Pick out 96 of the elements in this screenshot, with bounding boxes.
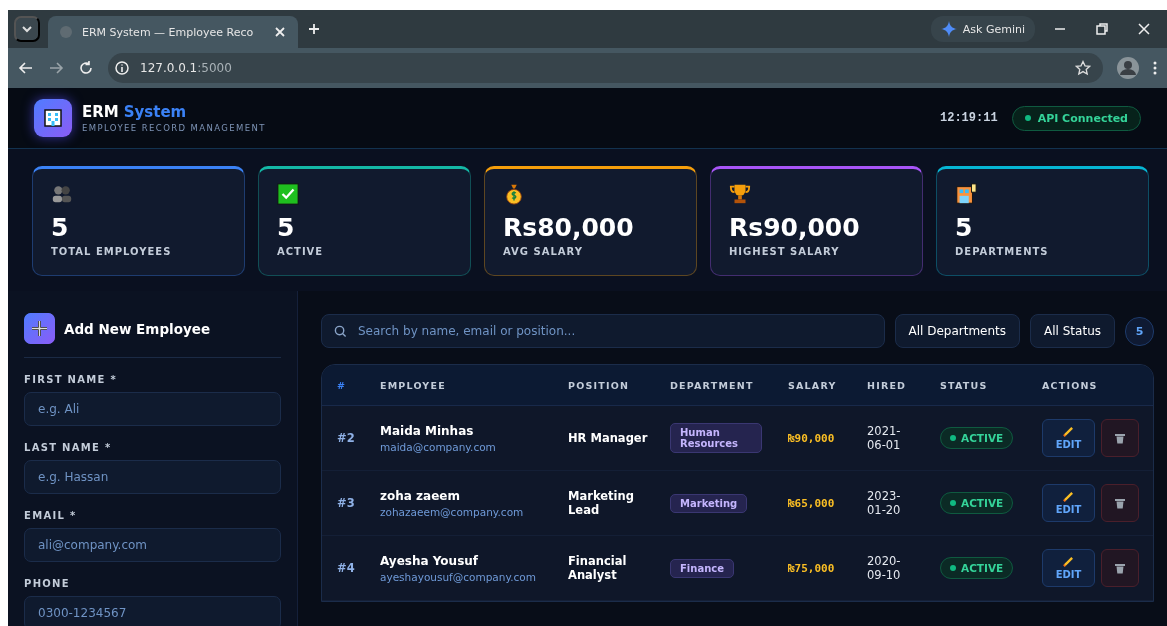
trash-icon: [1115, 497, 1125, 509]
checkmark-icon: [277, 183, 299, 205]
result-count: 5: [1125, 316, 1154, 346]
employee-email: maida@company.com: [380, 440, 497, 453]
edit-button[interactable]: EDIT: [1042, 419, 1095, 457]
pencil-icon: [1063, 556, 1074, 567]
salary-cell-text: ₨90,000: [788, 431, 836, 445]
field-label: LAST NAME *: [24, 442, 113, 453]
employee-email: zohazaeem@company.com: [380, 505, 525, 518]
field-label: EMAIL *: [24, 510, 78, 521]
position-cell-text: Financial Analyst: [568, 554, 628, 582]
salary-cell-text: ₨75,000: [788, 561, 836, 575]
close-icon[interactable]: [1136, 21, 1152, 37]
status-filter[interactable]: All Status: [1030, 314, 1115, 348]
column-header: ACTIONS: [1042, 379, 1099, 391]
tab-list-button[interactable]: [14, 16, 40, 42]
clock: 12:19:11: [940, 111, 998, 125]
input-field[interactable]: e.g. Hassan: [24, 460, 281, 494]
new-tab-icon[interactable]: [306, 21, 322, 37]
edit-button[interactable]: EDIT: [1042, 484, 1095, 522]
building-icon: [955, 183, 977, 205]
status-badge: ACTIVE: [940, 492, 1014, 514]
back-icon[interactable]: [18, 60, 34, 76]
column-header: HIRED: [867, 379, 908, 391]
position-cell-text: Marketing Lead: [568, 489, 635, 517]
reload-icon[interactable]: [78, 60, 94, 76]
menu-icon[interactable]: [1153, 61, 1157, 75]
position-cell-text: HR Manager: [568, 431, 649, 445]
avatar-icon[interactable]: [1117, 57, 1139, 79]
input-field[interactable]: ali@company.com: [24, 528, 281, 562]
ask-gemini-button[interactable]: Ask Gemini: [930, 16, 1035, 42]
trash-icon: [1115, 432, 1125, 444]
row-id: #4: [337, 561, 356, 575]
trophy-icon: [729, 183, 751, 205]
stat-value: Rs90,000: [729, 213, 861, 242]
employee-name: Ayesha Yousuf: [380, 553, 480, 568]
search-icon: [334, 325, 347, 338]
stat-label: AVG SALARY: [503, 246, 584, 257]
column-header: STATUS: [940, 379, 989, 391]
department-tag: Human Resources: [670, 423, 762, 453]
department-filter[interactable]: All Departments: [894, 314, 1021, 348]
app-title: ERM: [82, 103, 119, 121]
hired-date: 2021-06-01: [867, 424, 902, 452]
stat-label: DEPARTMENTS: [955, 246, 1050, 257]
employee-name: Maida Minhas: [380, 423, 475, 438]
stat-label: HIGHEST SALARY: [729, 246, 841, 257]
app-subtitle: EMPLOYEE RECORD MANAGEMENT: [82, 123, 266, 133]
employee-name: zoha zaeem: [380, 488, 461, 503]
stat-value: 5: [51, 213, 70, 242]
app-logo: [34, 99, 72, 137]
form-title: Add New Employee: [64, 320, 211, 337]
forward-icon[interactable]: [48, 60, 64, 76]
employee-email: ayeshayousuf@company.com: [380, 570, 537, 583]
trash-icon: [1115, 562, 1125, 574]
stat-label: TOTAL EMPLOYEES: [51, 246, 173, 257]
delete-button[interactable]: [1101, 549, 1139, 587]
column-header: DEPARTMENT: [670, 379, 755, 391]
status-badge: ACTIVE: [940, 557, 1014, 579]
search-field[interactable]: Search by name, email or position...: [321, 314, 885, 348]
salary-cell-text: ₨65,000: [788, 496, 836, 510]
field-label: FIRST NAME *: [24, 374, 118, 385]
status-badge: ACTIVE: [940, 427, 1014, 449]
sparkle-icon: [940, 21, 957, 37]
stat-value: 5: [277, 213, 296, 242]
department-tag: Marketing: [670, 493, 748, 513]
people-icon: [51, 183, 73, 205]
column-header: EMPLOYEE: [380, 379, 447, 391]
tab-title: ERM System — Employee Reco: [82, 25, 255, 39]
input-field[interactable]: e.g. Ali: [24, 392, 281, 426]
pencil-icon: [1063, 491, 1074, 502]
input-field[interactable]: 0300-1234567: [24, 596, 281, 626]
column-header: #: [337, 379, 348, 391]
stat-label: ACTIVE: [277, 246, 325, 257]
info-icon: [114, 60, 130, 76]
column-header: POSITION: [568, 379, 631, 391]
stat-value: Rs80,000: [503, 213, 635, 242]
pencil-icon: [1063, 426, 1074, 437]
restore-icon[interactable]: [1094, 21, 1110, 37]
stat-value: 5: [955, 213, 974, 242]
browser-tab[interactable]: ERM System — Employee Reco: [48, 16, 298, 48]
column-header: SALARY: [788, 379, 838, 391]
api-status-badge: API Connected: [1011, 105, 1141, 131]
row-id: #3: [337, 496, 356, 510]
hired-date: 2020-09-10: [867, 554, 902, 582]
field-label: PHONE: [24, 578, 71, 589]
app-title-accent: System: [123, 103, 187, 121]
delete-button[interactable]: [1101, 419, 1139, 457]
money-bag-icon: [503, 183, 525, 205]
add-icon: [24, 313, 55, 344]
hired-date: 2023-01-20: [867, 489, 902, 517]
department-tag: Finance: [670, 558, 734, 578]
edit-button[interactable]: EDIT: [1042, 549, 1095, 587]
delete-button[interactable]: [1101, 484, 1139, 522]
star-icon[interactable]: [1075, 60, 1091, 76]
row-id: #2: [337, 431, 356, 445]
address-bar[interactable]: 127.0.0.1:5000: [108, 53, 1103, 83]
